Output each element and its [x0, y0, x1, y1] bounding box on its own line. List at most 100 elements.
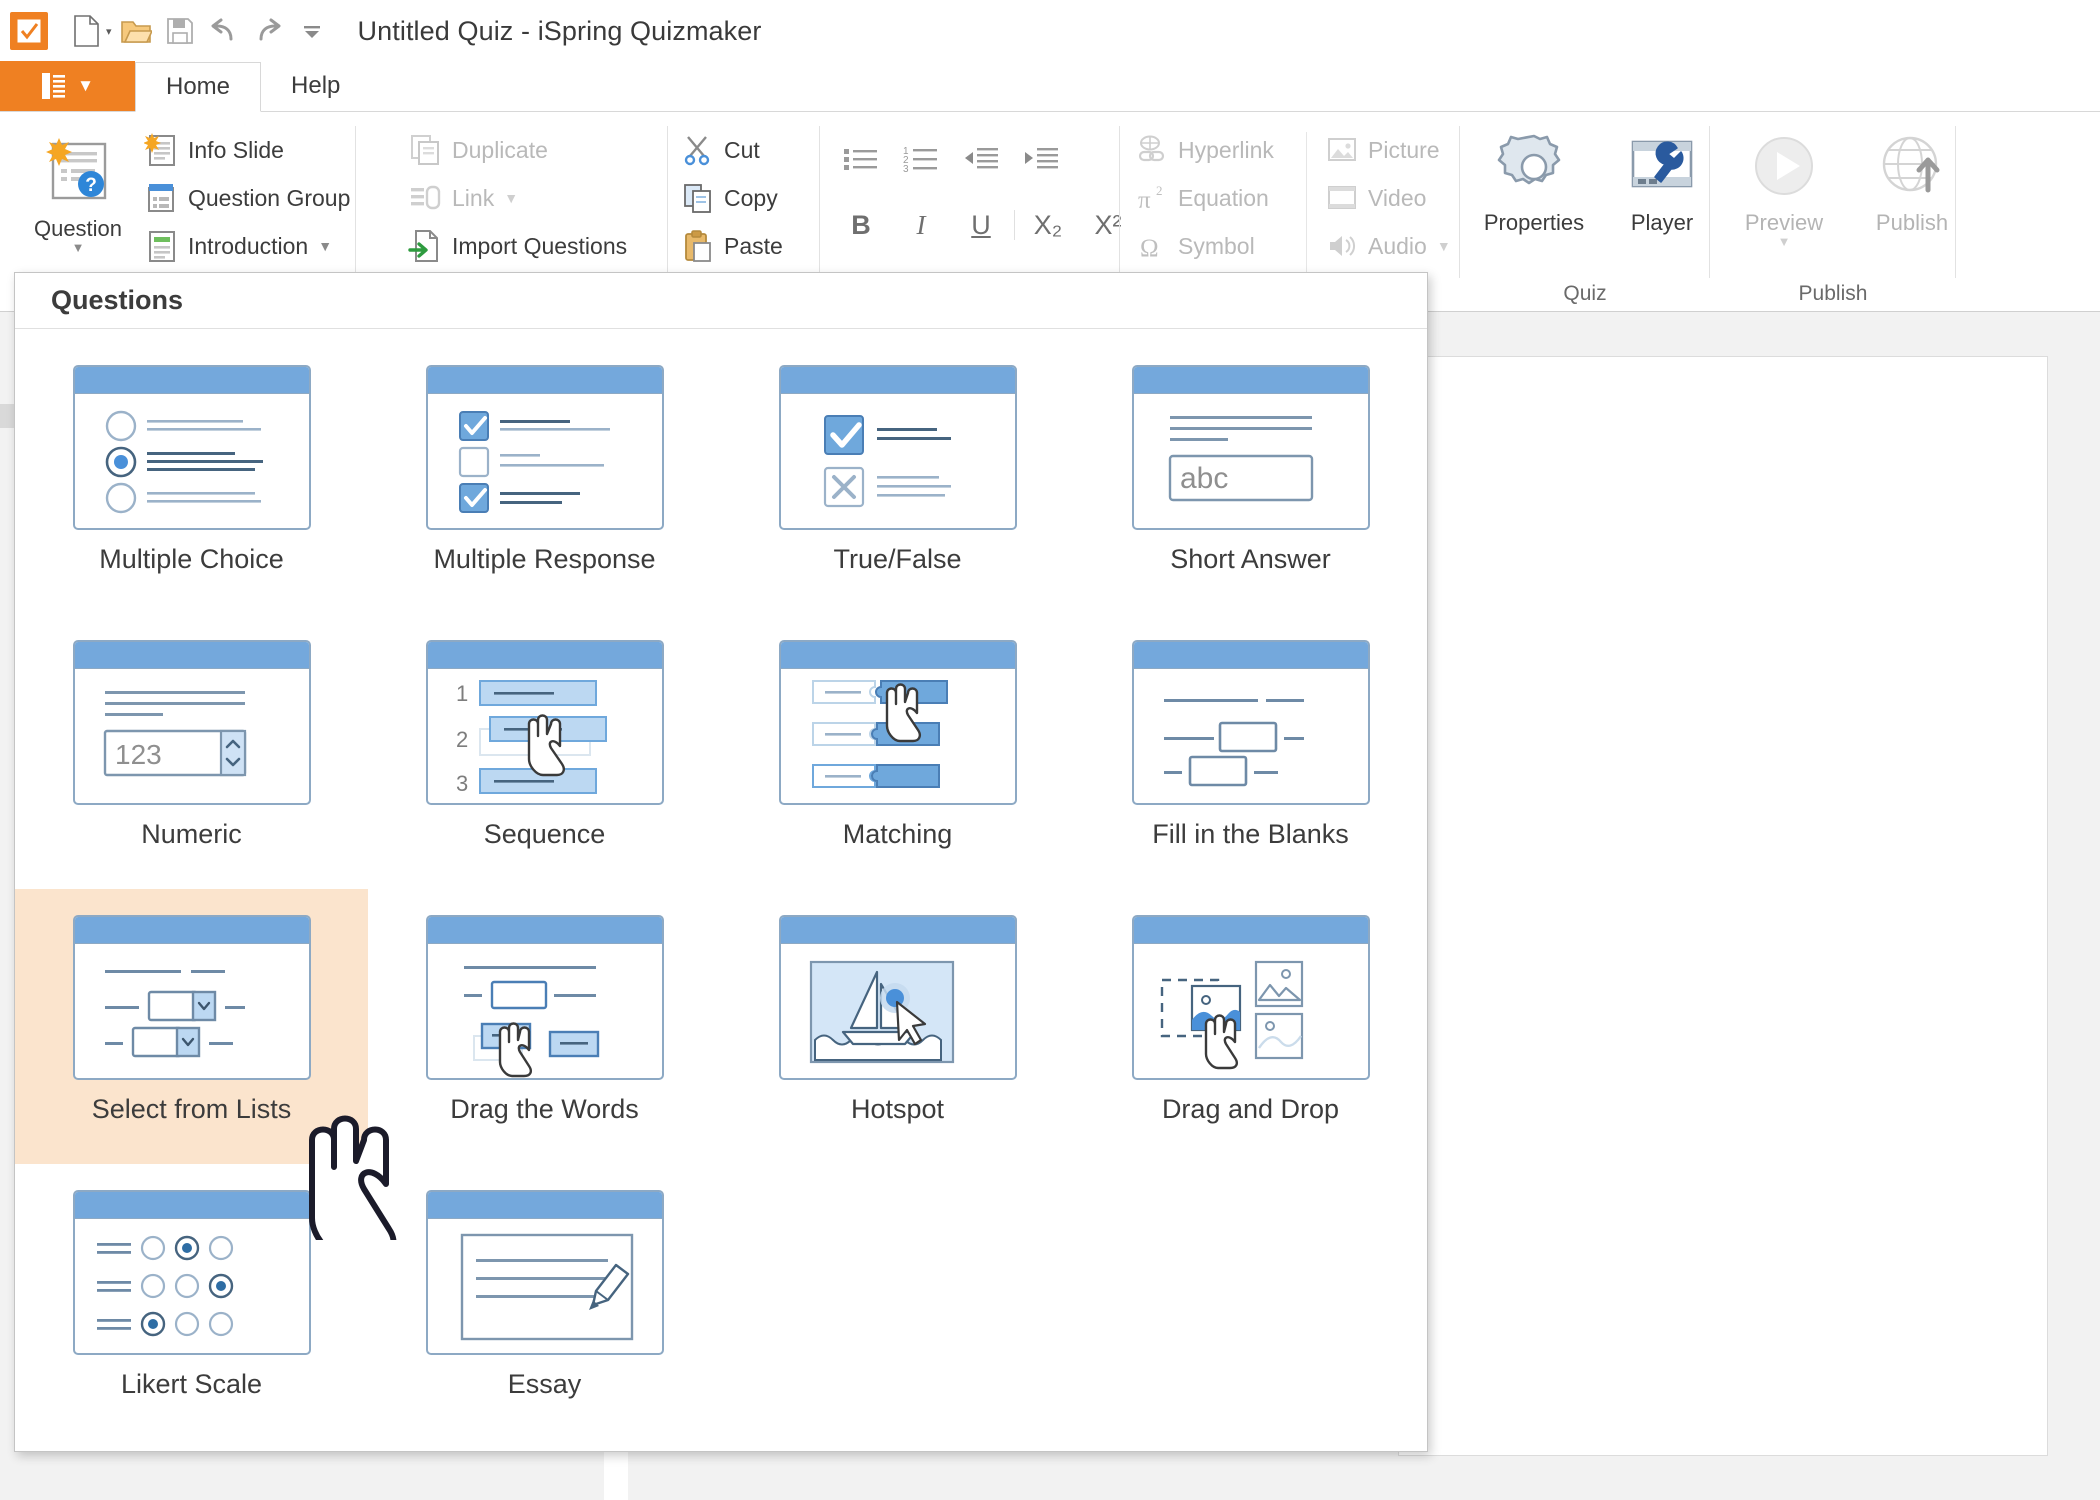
workspace-left-gutter — [0, 312, 14, 1500]
play-circle-icon — [1755, 137, 1813, 195]
import-questions-button[interactable]: Import Questions — [402, 222, 633, 270]
redo-button[interactable] — [248, 11, 288, 51]
increase-indent-icon[interactable] — [1014, 134, 1068, 184]
question-type-multiple-choice[interactable]: Multiple Choice — [15, 339, 368, 614]
new-document-button[interactable] — [66, 11, 106, 51]
italic-button[interactable]: I — [894, 200, 948, 250]
duplicate-button[interactable]: Duplicate — [402, 126, 633, 174]
file-menu-caret-icon: ▼ — [77, 76, 94, 95]
ribbon-group-publish: Preview ▼ Publish Publish — [1710, 112, 1956, 312]
title-bar: ▾ Untitled Quiz - iSpring Quizmaker — [0, 0, 2100, 62]
question-type-label: Sequence — [483, 819, 606, 849]
audio-caret-icon[interactable]: ▼ — [1437, 238, 1451, 254]
gear-icon — [1497, 134, 1561, 185]
underline-button[interactable]: U — [954, 200, 1008, 250]
file-menu-button[interactable]: ▼ — [0, 61, 135, 111]
svg-text:123: 123 — [115, 739, 162, 770]
duplicate-icon — [408, 133, 442, 167]
ribbon-group-publish-label: Publish — [1798, 282, 1868, 305]
questions-dropdown-panel: Questions Multiple Choice Multiple Respo… — [14, 272, 1428, 1452]
question-type-label: Multiple Response — [433, 544, 656, 574]
introduction-label: Introduction — [188, 232, 309, 259]
link-button[interactable]: Link ▼ — [402, 174, 633, 222]
publish-button[interactable]: Publish — [1848, 120, 1976, 249]
introduction-icon — [144, 228, 178, 264]
svg-text:3: 3 — [903, 164, 909, 175]
question-type-label: Short Answer — [1170, 544, 1331, 574]
question-slide-icon: ? — [46, 138, 107, 200]
bold-button[interactable]: B — [834, 200, 888, 250]
group-separator — [1955, 126, 1956, 278]
cut-button[interactable]: Cut — [676, 126, 789, 174]
numeric-thumbnail: 123 — [72, 640, 311, 805]
import-questions-label: Import Questions — [452, 232, 628, 259]
video-button[interactable]: Video — [1320, 174, 1457, 222]
player-button[interactable]: Player — [1598, 120, 1726, 236]
save-document-button[interactable] — [160, 11, 200, 51]
audio-button[interactable]: Audio ▼ — [1320, 222, 1457, 270]
picture-button[interactable]: Picture — [1320, 126, 1457, 174]
question-type-label: Multiple Choice — [99, 544, 284, 574]
player-wrench-icon — [1631, 140, 1693, 188]
question-type-sequence[interactable]: 1 2 3 Sequence — [368, 614, 721, 889]
question-type-label: Likert Scale — [120, 1369, 263, 1399]
symbol-label: Symbol — [1178, 232, 1255, 259]
properties-button[interactable]: Properties — [1470, 120, 1598, 236]
question-type-short-answer[interactable]: abc Short Answer — [1074, 339, 1427, 614]
numbered-list-icon[interactable]: 1 2 3 — [894, 134, 948, 184]
preview-caret-icon[interactable]: ▼ — [1778, 234, 1791, 249]
svg-text:π: π — [1138, 187, 1151, 214]
question-type-essay[interactable]: Essay — [368, 1164, 721, 1439]
link-label: Link — [452, 184, 495, 211]
question-type-drag-the-words[interactable]: Drag the Words — [368, 889, 721, 1164]
question-type-hotspot[interactable]: Hotspot — [721, 889, 1074, 1164]
scissors-icon — [682, 134, 714, 166]
svg-text:Ω: Ω — [1140, 235, 1159, 262]
introduction-caret-icon[interactable]: ▼ — [318, 238, 332, 254]
subscript-button[interactable]: X₂ — [1021, 200, 1075, 250]
info-slide-button[interactable]: Info Slide — [138, 126, 356, 174]
question-group-button[interactable]: Question Group — [138, 174, 356, 222]
question-button-label: Question — [33, 216, 123, 241]
hyperlink-button[interactable]: Hyperlink — [1130, 126, 1280, 174]
question-type-multiple-response[interactable]: Multiple Response — [368, 339, 721, 614]
open-document-button[interactable] — [116, 11, 156, 51]
copy-label: Copy — [724, 184, 778, 211]
questions-panel-title: Questions — [51, 285, 184, 315]
paste-button[interactable]: Paste — [676, 222, 789, 270]
copy-button[interactable]: Copy — [676, 174, 789, 222]
question-type-drag-and-drop[interactable]: Drag and Drop — [1074, 889, 1427, 1164]
bullet-list-icon[interactable] — [834, 134, 888, 184]
equation-button[interactable]: π 2 Equation — [1130, 174, 1280, 222]
window-title: Untitled Quiz - iSpring Quizmaker — [357, 15, 762, 46]
select-from-lists-thumbnail — [72, 915, 311, 1080]
equation-icon: π 2 — [1136, 182, 1168, 214]
cut-label: Cut — [724, 136, 760, 163]
ribbon-group-quiz: Properties Player Quiz — [1460, 112, 1710, 312]
link-caret-icon[interactable]: ▼ — [504, 190, 518, 206]
question-type-fill-in-the-blanks[interactable]: Fill in the Blanks — [1074, 614, 1427, 889]
question-group-icon — [144, 180, 178, 216]
decrease-indent-icon[interactable] — [954, 134, 1008, 184]
question-type-label: Fill in the Blanks — [1152, 819, 1349, 849]
introduction-button[interactable]: Introduction ▼ — [138, 222, 356, 270]
tab-home[interactable]: Home — [135, 62, 262, 112]
symbol-button[interactable]: Ω Symbol — [1130, 222, 1280, 270]
customize-toolbar-button[interactable] — [292, 11, 332, 51]
new-document-caret-icon[interactable]: ▾ — [106, 25, 112, 38]
preview-button[interactable]: Preview ▼ — [1720, 120, 1848, 249]
short-answer-thumbnail: abc — [1131, 365, 1370, 530]
copy-icon — [682, 182, 714, 214]
question-type-true-false[interactable]: True/False — [721, 339, 1074, 614]
drag-the-words-thumbnail — [425, 915, 664, 1080]
equation-label: Equation — [1178, 184, 1269, 211]
undo-button[interactable] — [204, 11, 244, 51]
question-type-numeric[interactable]: 123 Numeric — [15, 614, 368, 889]
multiple-response-thumbnail — [425, 365, 664, 530]
panel-resize-handle[interactable] — [0, 404, 14, 428]
question-button[interactable]: ? Question ▼ — [14, 124, 142, 255]
question-type-matching[interactable]: Matching — [721, 614, 1074, 889]
slide-canvas[interactable] — [1398, 356, 2048, 1456]
question-button-caret-icon[interactable]: ▼ — [72, 240, 85, 255]
tab-help[interactable]: Help — [261, 61, 370, 111]
